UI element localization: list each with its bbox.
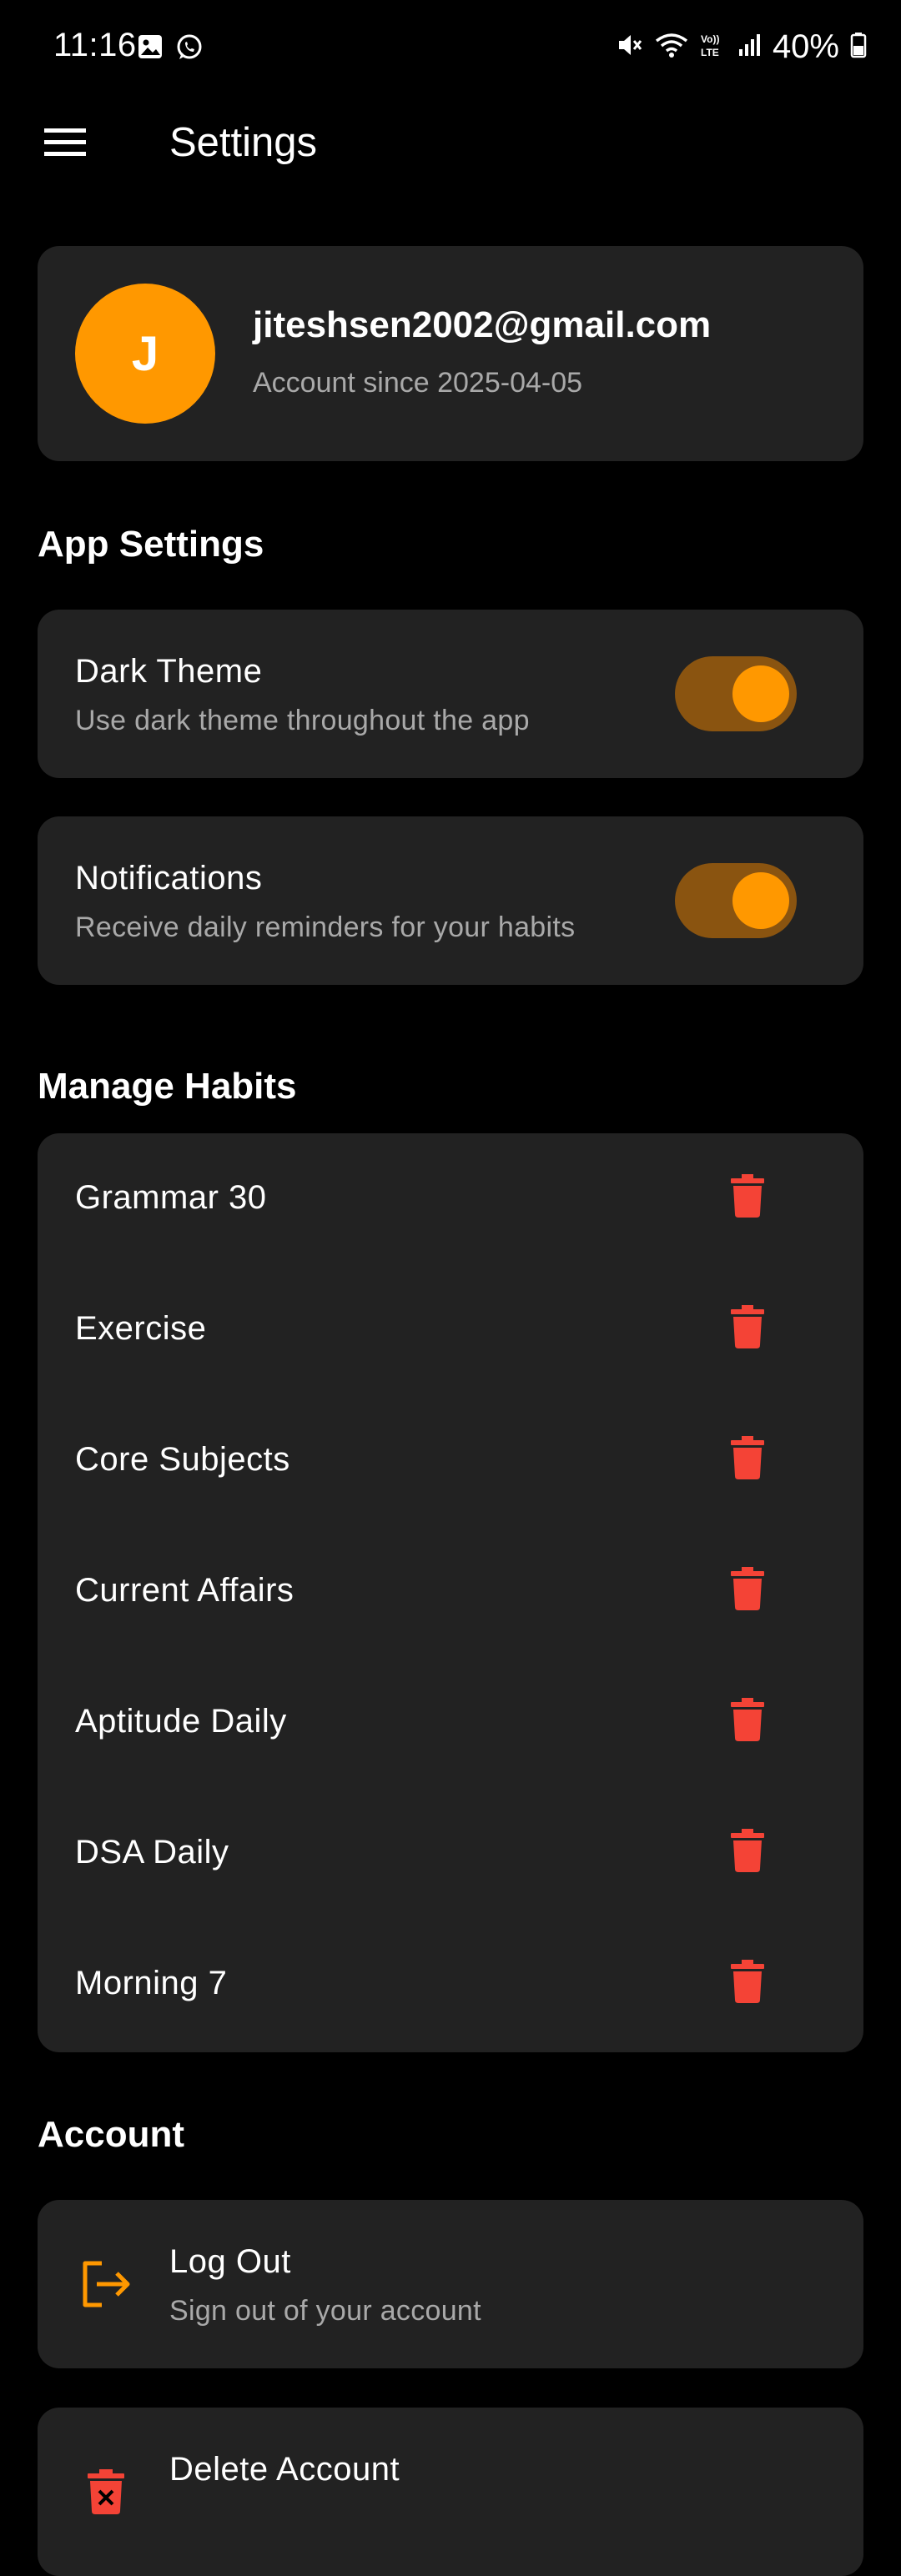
- habit-label: Core Subjects: [75, 1441, 290, 1478]
- app-bar: Settings: [0, 92, 901, 196]
- menu-button[interactable]: [30, 117, 100, 170]
- trash-icon: [731, 1959, 764, 2007]
- habits-list: Grammar 30 Exercise Core Subjects Curren…: [38, 1133, 863, 2052]
- habit-row: Core Subjects: [38, 1395, 863, 1526]
- logout-subtitle: Sign out of your account: [169, 2295, 481, 2327]
- habit-label: Grammar 30: [75, 1179, 267, 1216]
- account-heading: Account: [38, 2114, 184, 2155]
- profile-card: J jiteshsen2002@gmail.com Account since …: [38, 246, 863, 461]
- manage-habits-heading: Manage Habits: [38, 1066, 297, 1107]
- trash-icon: [731, 1697, 764, 1745]
- svg-text:Vo)): Vo)): [701, 33, 719, 45]
- signal-icon: [737, 31, 763, 63]
- trash-icon: [731, 1566, 764, 1614]
- setting-subtitle: Use dark theme throughout the app: [75, 705, 530, 736]
- toggle-thumb: [732, 872, 789, 929]
- habit-row: DSA Daily: [38, 1788, 863, 1919]
- app-settings-heading: App Settings: [38, 524, 264, 565]
- delete-account-title: Delete Account: [169, 2451, 400, 2488]
- trash-icon: [731, 1304, 764, 1353]
- page-title: Settings: [169, 120, 318, 165]
- habit-label: Exercise: [75, 1310, 207, 1347]
- gallery-icon: [137, 33, 164, 66]
- habit-row: Morning 7: [38, 1919, 863, 2050]
- battery-icon: [849, 31, 868, 63]
- dark-theme-toggle[interactable]: [675, 656, 797, 731]
- delete-habit-button[interactable]: [722, 1430, 773, 1489]
- mute-icon: [616, 31, 644, 63]
- habit-row: Aptitude Daily: [38, 1657, 863, 1788]
- volte-icon: Vo)) LTE: [699, 31, 727, 63]
- delete-habit-button[interactable]: [722, 1823, 773, 1881]
- habit-label: Morning 7: [75, 1965, 228, 2001]
- delete-habit-button[interactable]: [722, 1692, 773, 1750]
- habit-row: Current Affairs: [38, 1526, 863, 1657]
- hamburger-menu-icon: [43, 125, 88, 163]
- trash-icon: [731, 1435, 764, 1484]
- habit-row: Grammar 30: [38, 1133, 863, 1264]
- avatar: J: [75, 284, 215, 424]
- logout-title: Log Out: [169, 2243, 291, 2280]
- status-time: 11:16: [53, 27, 137, 63]
- delete-habit-button[interactable]: [722, 1299, 773, 1358]
- habit-label: DSA Daily: [75, 1834, 229, 1870]
- logout-icon: [75, 2253, 137, 2315]
- setting-title: Dark Theme: [75, 653, 263, 690]
- status-bar: 11:16 Vo)) LTE 40%: [0, 0, 901, 92]
- trash-icon: [731, 1173, 764, 1222]
- account-since: Account since 2025-04-05: [253, 367, 583, 399]
- habit-label: Current Affairs: [75, 1572, 294, 1609]
- wifi-icon: [654, 31, 689, 63]
- status-right-icons: Vo)) LTE 40%: [616, 28, 868, 66]
- setting-subtitle: Receive daily reminders for your habits: [75, 911, 576, 943]
- notifications-toggle[interactable]: [675, 863, 797, 938]
- delete-account-button[interactable]: Delete Account: [38, 2408, 863, 2576]
- delete-habit-button[interactable]: [722, 1954, 773, 2012]
- setting-notifications: Notifications Receive daily reminders fo…: [38, 816, 863, 985]
- setting-title: Notifications: [75, 860, 263, 896]
- habit-label: Aptitude Daily: [75, 1703, 287, 1740]
- habit-row: Exercise: [38, 1264, 863, 1395]
- toggle-thumb: [732, 665, 789, 722]
- battery-percent: 40%: [772, 28, 839, 65]
- setting-dark-theme: Dark Theme Use dark theme throughout the…: [38, 610, 863, 778]
- delete-habit-button[interactable]: [722, 1561, 773, 1619]
- svg-text:LTE: LTE: [701, 47, 719, 58]
- whatsapp-icon: [175, 33, 204, 66]
- logout-button[interactable]: Log Out Sign out of your account: [38, 2200, 863, 2368]
- delete-account-icon: [75, 2461, 137, 2523]
- trash-icon: [731, 1828, 764, 1876]
- status-left-icons: [137, 33, 204, 66]
- profile-email: jiteshsen2002@gmail.com: [253, 304, 712, 345]
- delete-habit-button[interactable]: [722, 1168, 773, 1227]
